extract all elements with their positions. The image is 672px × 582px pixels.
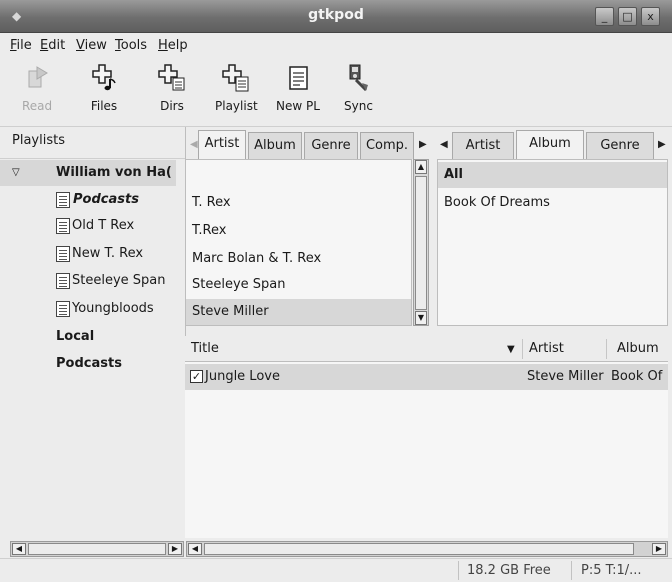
track-artist: Steve Miller (527, 369, 604, 384)
sync-button[interactable]: Sync (344, 63, 373, 113)
column-artist[interactable]: Artist (529, 341, 564, 356)
tab-artist-right[interactable]: Artist (452, 132, 514, 159)
scrollbar-thumb[interactable] (415, 176, 427, 310)
column-album[interactable]: Album (617, 341, 659, 356)
sort-descending-icon[interactable]: ▼ (507, 344, 515, 355)
artist-row[interactable]: Marc Bolan & T. Rex (186, 246, 411, 272)
column-separator[interactable] (522, 339, 523, 359)
artist-row[interactable]: T. Rex (186, 190, 411, 216)
add-files-button[interactable]: Files (90, 63, 118, 113)
expander-arrow-icon[interactable]: ▽ (12, 167, 20, 178)
artist-row[interactable]: Steeleye Span (186, 272, 411, 298)
playlist-icon (56, 192, 70, 208)
scroll-right-icon[interactable]: ▶ (168, 543, 182, 555)
menu-bar: File Edit View Tools Help (0, 33, 672, 59)
status-separator (458, 561, 459, 580)
ipod-row[interactable]: ▽ William von Ha( (0, 160, 176, 186)
new-playlist-icon (289, 66, 308, 90)
track-checkbox[interactable]: ✓ (190, 370, 203, 383)
add-playlist-icon (222, 64, 249, 92)
scroll-down-icon[interactable]: ▼ (415, 311, 427, 325)
menu-tools[interactable]: Tools (115, 38, 147, 53)
left-sort-tabs: ◀ Artist Album Genre Comp. ▶ (186, 127, 436, 159)
tab-genre-right[interactable]: Genre (586, 132, 654, 159)
playlist-item[interactable]: New T. Rex (0, 241, 176, 267)
scroll-right-icon[interactable]: ▶ (652, 543, 666, 555)
add-files-icon (92, 64, 116, 91)
status-bar: 18.2 GB Free P:5 T:1/... (0, 558, 672, 582)
tab-scroll-right-icon[interactable]: ▶ (419, 139, 427, 150)
menu-view[interactable]: View (76, 38, 107, 53)
artist-row[interactable] (186, 162, 411, 188)
column-separator[interactable] (606, 339, 607, 359)
scroll-left-icon[interactable]: ◀ (188, 543, 202, 555)
toolbar: Read Files Dirs Playlist New PL Sync (0, 59, 672, 127)
playlist-item[interactable]: Youngbloods (0, 296, 176, 322)
scrollbar-thumb[interactable] (28, 543, 166, 555)
track-list: ✓ Jungle Love Steve Miller Book Of (185, 362, 668, 538)
local-repository-row[interactable]: Local (0, 324, 176, 350)
add-playlist-button[interactable]: Playlist (215, 63, 258, 113)
album-list: All Book Of Dreams (437, 159, 668, 326)
add-folder-icon (158, 64, 185, 91)
tab-scroll-right-icon[interactable]: ▶ (658, 139, 666, 150)
playlist-icon (56, 218, 70, 234)
tab-scroll-left-icon[interactable]: ◀ (190, 139, 198, 150)
tab-comp-left[interactable]: Comp. (360, 132, 414, 159)
track-title: Jungle Love (205, 369, 280, 384)
track-row[interactable]: ✓ Jungle Love Steve Miller Book Of (185, 364, 668, 390)
tab-genre-left[interactable]: Genre (304, 132, 358, 159)
playlist-hscrollbar[interactable]: ◀ ▶ (10, 541, 184, 557)
free-space-status: 18.2 GB Free (467, 563, 551, 578)
track-list-header: Title ▼ Artist Album (185, 336, 668, 362)
album-row[interactable]: Book Of Dreams (438, 190, 667, 216)
playlist-stats-status: P:5 T:1/... (581, 563, 642, 578)
artist-row-selected[interactable]: Steve Miller (186, 299, 411, 325)
scrollbar-thumb[interactable] (204, 543, 634, 555)
tab-album-right[interactable]: Album (516, 130, 584, 159)
menu-edit[interactable]: Edit (40, 38, 65, 53)
scroll-left-icon[interactable]: ◀ (12, 543, 26, 555)
maximize-button[interactable]: □ (618, 7, 637, 26)
add-dirs-button[interactable]: Dirs (158, 63, 186, 113)
playlist-item[interactable]: Podcasts (0, 187, 176, 213)
tab-artist-left[interactable]: Artist (198, 130, 246, 159)
album-row-all[interactable]: All (438, 162, 667, 188)
playlist-icon (56, 246, 70, 262)
artist-scrollbar[interactable]: ▲ ▼ (413, 159, 429, 326)
menu-help[interactable]: Help (158, 38, 188, 53)
playlist-icon (56, 273, 70, 289)
new-playlist-button[interactable]: New PL (276, 63, 320, 113)
artist-list: T. Rex T.Rex Marc Bolan & T. Rex Steeley… (185, 159, 412, 326)
window-title: gtkpod (308, 7, 364, 23)
tab-album-left[interactable]: Album (248, 132, 302, 159)
scroll-up-icon[interactable]: ▲ (415, 160, 427, 174)
playlist-icon (56, 301, 70, 317)
playlist-item[interactable]: Old T Rex (0, 213, 176, 239)
minimize-button[interactable]: _ (595, 7, 614, 26)
right-sort-tabs: ◀ Artist Album Genre ▶ (438, 127, 672, 159)
status-separator (571, 561, 572, 580)
playlist-item[interactable]: Steeleye Span (0, 268, 176, 294)
tab-scroll-left-icon[interactable]: ◀ (440, 139, 448, 150)
tracks-hscrollbar[interactable]: ◀ ▶ (186, 541, 668, 557)
read-button[interactable]: Read (22, 63, 52, 113)
sync-icon (349, 64, 369, 92)
artist-row[interactable]: T.Rex (186, 218, 411, 244)
playlists-header: Playlists (0, 127, 185, 159)
read-icon (28, 66, 49, 88)
podcasts-repository-row[interactable]: Podcasts (0, 351, 176, 377)
close-button[interactable]: x (641, 7, 660, 26)
playlist-tree: ▽ William von Ha( Podcasts Old T Rex New… (0, 159, 185, 529)
track-album: Book Of (611, 369, 663, 384)
title-bar: ◆ gtkpod _ □ x (0, 0, 672, 33)
column-title[interactable]: Title (191, 341, 219, 356)
menu-file[interactable]: File (10, 38, 32, 53)
